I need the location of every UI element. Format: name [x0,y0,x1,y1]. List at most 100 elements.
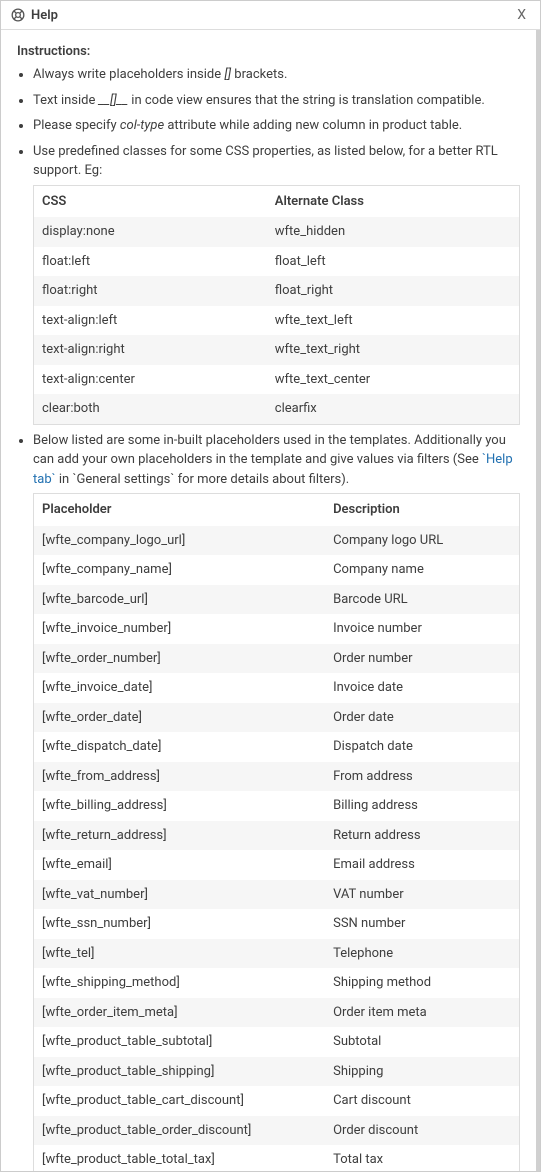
placeholder-cell: [wfte_order_number] [34,644,326,674]
placeholder-cell: [wfte_return_address] [34,821,326,851]
alt-class-cell: wfte_text_right [267,335,520,365]
placeholder-cell: [wfte_from_address] [34,762,326,792]
table-row: [wfte_product_table_shipping]Shipping [34,1057,520,1087]
attr-name: col-type [120,118,164,133]
placeholder-intro: Below listed are some in-built placehold… [33,431,520,1172]
table-row: clear:bothclearfix [34,394,520,424]
table-row: [wfte_invoice_number]Invoice number [34,614,520,644]
description-cell: Company name [325,555,519,585]
placeholder-cell: [wfte_dispatch_date] [34,732,326,762]
description-cell: Order item meta [325,998,519,1028]
text: brackets. [231,67,287,82]
table-row: [wfte_product_table_subtotal]Subtotal [34,1027,520,1057]
description-cell: Invoice date [325,673,519,703]
description-cell: Return address [325,821,519,851]
placeholder-header-placeholder: Placeholder [34,494,326,526]
description-cell: Order discount [325,1116,519,1146]
text: Below listed are some in-built placehold… [33,433,506,468]
placeholder-header-description: Description [325,494,519,526]
table-row: [wfte_tel]Telephone [34,939,520,969]
placeholder-cell: [wfte_billing_address] [34,791,326,821]
table-row: [wfte_order_number]Order number [34,644,520,674]
help-icon [11,8,25,22]
text: in code view ensures that the string is … [128,93,485,108]
description-cell: Shipping [325,1057,519,1087]
table-row: float:rightfloat_right [34,276,520,306]
placeholder-cell: [wfte_email] [34,850,326,880]
table-row: [wfte_order_item_meta]Order item meta [34,998,520,1028]
help-body[interactable]: Instructions: Always write placeholders … [1,30,540,1171]
instructions-list: Always write placeholders inside [] brac… [17,65,520,425]
placeholder-cell: [wfte_order_item_meta] [34,998,326,1028]
text: in `General settings` for more details a… [56,472,350,487]
description-cell: Invoice number [325,614,519,644]
table-row: [wfte_company_name]Company name [34,555,520,585]
placeholder-cell: [wfte_invoice_number] [34,614,326,644]
placeholder-cell: [wfte_order_date] [34,703,326,733]
css-cell: float:right [34,276,267,306]
table-row: [wfte_order_date]Order date [34,703,520,733]
description-cell: Email address [325,850,519,880]
placeholder-cell: [wfte_product_table_subtotal] [34,1027,326,1057]
css-cell: text-align:left [34,306,267,336]
text: Always write placeholders inside [33,67,224,82]
placeholder-cell: [wfte_shipping_method] [34,968,326,998]
table-row: text-align:centerwfte_text_center [34,365,520,395]
text: Use predefined classes for some CSS prop… [33,144,498,179]
css-cell: clear:both [34,394,267,424]
placeholder-cell: [wfte_barcode_url] [34,585,326,615]
table-row: [wfte_invoice_date]Invoice date [34,673,520,703]
instructions-heading: Instructions: [17,44,520,59]
placeholder-cell: [wfte_ssn_number] [34,909,326,939]
placeholder-cell: [wfte_company_name] [34,555,326,585]
instruction-item: Use predefined classes for some CSS prop… [33,142,520,425]
description-cell: Company logo URL [325,526,519,556]
css-header-alt: Alternate Class [267,185,520,217]
css-cell: text-align:center [34,365,267,395]
instruction-item: Please specify col-type attribute while … [33,116,520,136]
css-cell: text-align:right [34,335,267,365]
css-table: CSS Alternate Class display:nonewfte_hid… [33,185,520,425]
code-pattern: __[]__ [99,93,128,108]
table-row: [wfte_dispatch_date]Dispatch date [34,732,520,762]
alt-class-cell: wfte_text_left [267,306,520,336]
description-cell: Barcode URL [325,585,519,615]
description-cell: Billing address [325,791,519,821]
description-cell: Subtotal [325,1027,519,1057]
window-header: Help X [1,1,540,30]
css-cell: float:left [34,247,267,277]
placeholder-cell: [wfte_vat_number] [34,880,326,910]
instruction-item: Always write placeholders inside [] brac… [33,65,520,85]
instruction-item: Text inside __[]__ in code view ensures … [33,91,520,111]
description-cell: Cart discount [325,1086,519,1116]
description-cell: From address [325,762,519,792]
table-row: [wfte_email]Email address [34,850,520,880]
description-cell: Order number [325,644,519,674]
placeholder-cell: [wfte_product_table_shipping] [34,1057,326,1087]
description-cell: Shipping method [325,968,519,998]
table-row: [wfte_return_address]Return address [34,821,520,851]
table-row: [wfte_product_table_total_tax]Total tax [34,1145,520,1171]
table-row: [wfte_product_table_cart_discount]Cart d… [34,1086,520,1116]
description-cell: SSN number [325,909,519,939]
table-row: display:nonewfte_hidden [34,217,520,247]
description-cell: Dispatch date [325,732,519,762]
description-cell: Order date [325,703,519,733]
placeholder-intro-list: Below listed are some in-built placehold… [17,431,520,1172]
placeholder-cell: [wfte_invoice_date] [34,673,326,703]
placeholder-cell: [wfte_product_table_cart_discount] [34,1086,326,1116]
text: attribute while adding new column in pro… [164,118,462,133]
alt-class-cell: float_left [267,247,520,277]
text: Text inside [33,93,99,108]
alt-class-cell: wfte_text_center [267,365,520,395]
table-row: [wfte_company_logo_url]Company logo URL [34,526,520,556]
placeholder-cell: [wfte_company_logo_url] [34,526,326,556]
css-header-css: CSS [34,185,267,217]
close-button[interactable]: X [513,7,530,23]
table-row: [wfte_ssn_number]SSN number [34,909,520,939]
table-row: [wfte_barcode_url]Barcode URL [34,585,520,615]
table-row: float:leftfloat_left [34,247,520,277]
description-cell: VAT number [325,880,519,910]
table-row: [wfte_product_table_order_discount]Order… [34,1116,520,1146]
table-row: text-align:leftwfte_text_left [34,306,520,336]
